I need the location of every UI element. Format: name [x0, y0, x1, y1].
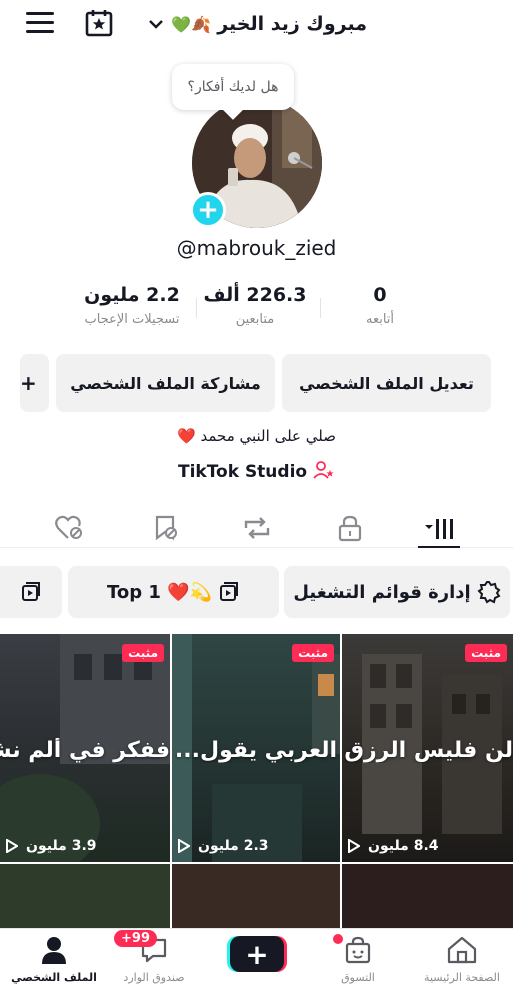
- video-tile[interactable]: مثبت لن فليس الرزق با 8.4 مليون: [342, 634, 513, 862]
- play-icon: [348, 839, 360, 853]
- stat-likes[interactable]: 2.2 مليون تسجيلات الإعجاب: [70, 284, 194, 327]
- username-title: مبروك زيد الخير: [217, 13, 367, 35]
- stat-followers[interactable]: 226.3 ألف متابعين: [200, 284, 310, 327]
- thought-bubble-text: هل لديك أفكار؟: [187, 79, 279, 95]
- person-star-icon: [313, 461, 334, 479]
- stat-following[interactable]: 0 أتابعه: [340, 284, 420, 327]
- stat-value: 226.3 ألف: [203, 284, 307, 306]
- profile-bio: صلي على النبي محمد ❤️: [177, 427, 336, 445]
- stat-value: 0: [373, 284, 387, 306]
- profile-handle: @mabrouk_zied: [176, 236, 337, 260]
- nav-label: الملف الشخصي: [11, 971, 97, 984]
- view-count: 3.9 مليون: [6, 838, 97, 854]
- video-caption: لن فليس الرزق با: [342, 738, 513, 763]
- chevron-down-icon: [149, 20, 164, 29]
- inbox-badge: +99: [114, 930, 157, 947]
- play-icon: [178, 839, 190, 853]
- tiktok-studio-link[interactable]: TikTok Studio: [0, 460, 513, 482]
- stat-label: متابعين: [235, 312, 275, 327]
- thought-bubble[interactable]: هل لديك أفكار؟: [172, 64, 294, 110]
- nav-profile[interactable]: الملف الشخصي: [6, 935, 102, 984]
- play-icon: [6, 839, 18, 853]
- create-button[interactable]: +: [230, 936, 284, 972]
- gear-icon: [477, 581, 501, 604]
- tab-liked[interactable]: [52, 510, 88, 546]
- account-switcher[interactable]: 💚🍂 مبروك زيد الخير: [147, 9, 367, 39]
- profile-icon: [42, 937, 66, 964]
- view-count: 8.4 مليون: [348, 838, 439, 854]
- view-count: 2.3 مليون: [178, 838, 269, 854]
- playlist-icon: [22, 582, 40, 601]
- view-count-text: 3.9 مليون: [26, 838, 97, 854]
- calendar-star-icon[interactable]: [84, 8, 114, 38]
- notification-dot: [333, 934, 343, 944]
- home-icon: [447, 936, 477, 964]
- grid-icon: [425, 519, 453, 539]
- studio-label: TikTok Studio: [177, 462, 308, 482]
- nav-label: التسوق: [341, 971, 375, 984]
- pinned-badge: مثبت: [122, 644, 164, 662]
- username-emojis: 💚🍂: [171, 14, 212, 34]
- profile-stats: 0 أتابعه 226.3 ألف متابعين 2.2 مليون تسج…: [0, 284, 513, 340]
- nav-home[interactable]: الصفحة الرئيسية: [412, 935, 512, 984]
- lock-icon: [338, 515, 362, 542]
- nav-label: صندوق الوارد: [123, 971, 185, 984]
- pinned-badge: مثبت: [465, 644, 507, 662]
- playlist-partial[interactable]: [0, 566, 62, 618]
- video-tile[interactable]: مثبت ففكر في ألم نشرح 3.9 مليون: [0, 634, 170, 862]
- repost-icon: [244, 517, 270, 539]
- video-caption: العربي يقول...: [174, 738, 338, 763]
- manage-playlists-button[interactable]: إدارة قوائم التشغيل: [284, 566, 510, 618]
- divider: [320, 298, 321, 318]
- playlist-row: إدارة قوائم التشغيل Top 1 ❤️💫: [0, 566, 513, 618]
- video-tile[interactable]: [0, 864, 170, 934]
- stat-label: أتابعه: [365, 312, 395, 327]
- video-grid: مثبت لن فليس الرزق با 8.4 مليون مثبت الع…: [0, 634, 513, 934]
- playlist-top1[interactable]: Top 1 ❤️💫: [68, 566, 279, 618]
- content-tabs: [0, 506, 513, 548]
- shopping-bag-icon: [345, 936, 371, 964]
- stat-value: 2.2 مليون: [84, 284, 180, 306]
- tab-favorites[interactable]: [148, 510, 184, 546]
- share-profile-button[interactable]: مشاركة الملف الشخصي: [56, 354, 275, 412]
- playlist-title: Top 1 ❤️💫: [106, 581, 213, 603]
- pinned-badge: مثبت: [292, 644, 334, 662]
- add-friend-button[interactable]: +: [20, 354, 49, 412]
- divider: [196, 298, 197, 318]
- video-tile[interactable]: [342, 864, 513, 934]
- view-count-text: 8.4 مليون: [368, 838, 439, 854]
- edit-profile-button[interactable]: تعديل الملف الشخصي: [282, 354, 491, 412]
- top-bar: 💚🍂 مبروك زيد الخير: [0, 0, 513, 48]
- bookmark-hidden-icon: [155, 515, 177, 541]
- active-tab-indicator: [418, 546, 460, 548]
- video-tile[interactable]: مثبت العربي يقول... 2.3 مليون: [172, 634, 340, 862]
- view-count-text: 2.3 مليون: [198, 838, 269, 854]
- tab-reposts[interactable]: [239, 510, 275, 546]
- menu-icon[interactable]: [26, 12, 54, 34]
- video-caption: ففكر في ألم نشرح: [0, 738, 170, 763]
- stat-label: تسجيلات الإعجاب: [84, 312, 180, 327]
- manage-playlists-label: إدارة قوائم التشغيل: [293, 581, 471, 603]
- tab-videos[interactable]: [422, 510, 458, 546]
- nav-label: الصفحة الرئيسية: [424, 971, 500, 984]
- nav-shop[interactable]: التسوق: [318, 935, 398, 984]
- video-tile[interactable]: [172, 864, 340, 934]
- playlist-icon: [220, 582, 239, 601]
- heart-hidden-icon: [55, 515, 82, 539]
- add-story-button[interactable]: +: [190, 192, 226, 228]
- tab-private[interactable]: [332, 510, 368, 546]
